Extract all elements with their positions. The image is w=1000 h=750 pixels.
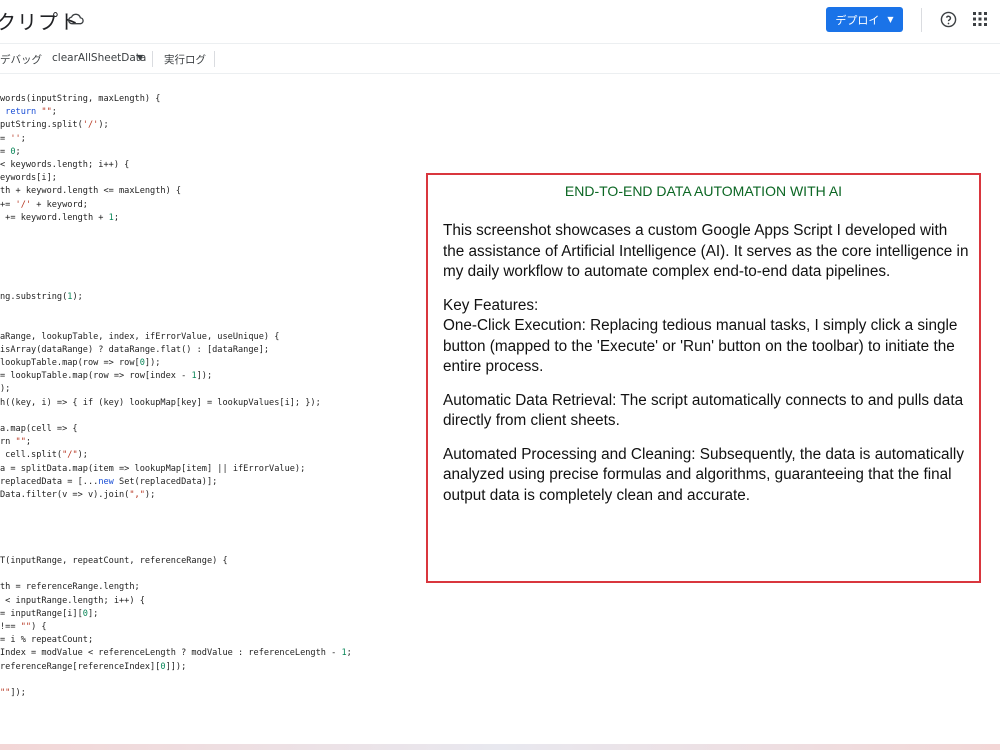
deploy-button[interactable]: デプロイ ▼ — [826, 7, 903, 32]
code-line[interactable]: replacedData = [...new Set(replacedData)… — [0, 477, 217, 488]
annotation-title: END-TO-END DATA AUTOMATION WITH AI — [564, 183, 843, 199]
text-line: Automatic Data Retrieval: The script aut… — [443, 391, 964, 409]
bottom-edge — [0, 744, 1000, 750]
feature-paragraph: Automatic Data Retrieval: The script aut… — [443, 391, 973, 432]
code-line[interactable]: a = splitData.map(item => lookupMap[item… — [0, 464, 305, 475]
code-line[interactable]: return ""; — [0, 107, 57, 118]
code-line[interactable]: words(inputString, maxLength) { — [0, 94, 160, 105]
divider — [214, 51, 215, 67]
text-line: Automated Processing and Cleaning: Subse… — [443, 445, 964, 463]
text-line: entire process. — [443, 358, 544, 375]
intro-paragraph: This screenshot showcases a custom Googl… — [443, 221, 973, 283]
annotation-body: This screenshot showcases a custom Googl… — [443, 221, 973, 519]
text-line: button (mapped to the 'Execute' or 'Run'… — [443, 337, 955, 355]
code-line[interactable]: = 0; — [0, 147, 21, 158]
code-line[interactable]: th = referenceRange.length; — [0, 582, 140, 593]
code-line[interactable]: lookupTable.map(row => row[0]); — [0, 358, 160, 369]
feature-paragraph: Automated Processing and Cleaning: Subse… — [443, 445, 973, 507]
annotation-box: END-TO-END DATA AUTOMATION WITH AI This … — [426, 173, 981, 583]
caret-down-icon: ▼ — [887, 15, 894, 24]
text-line: This screenshot showcases a custom Googl… — [443, 222, 948, 239]
code-line[interactable]: Data.filter(v => v).join(","); — [0, 490, 155, 501]
features-heading-paragraph: Key Features: — [443, 296, 973, 317]
text-line: One-Click Execution: Replacing tedious m… — [443, 317, 958, 334]
deploy-button-label: デプロイ — [835, 13, 880, 27]
code-line[interactable]: T(inputRange, repeatCount, referenceRang… — [0, 556, 228, 567]
divider — [921, 8, 922, 32]
code-line[interactable]: th + keyword.length <= maxLength) { — [0, 186, 181, 197]
features-heading: Key Features: — [443, 296, 539, 314]
top-app-bar: クリプト デプロイ ▼ — [0, 0, 1000, 42]
code-line[interactable]: ""]); — [0, 688, 26, 699]
execution-log-button[interactable]: 実行ログ — [164, 52, 206, 67]
function-select[interactable]: clearAllSheetData — [52, 52, 146, 64]
code-line[interactable]: += keyword.length + 1; — [0, 213, 119, 224]
apps-grid-icon[interactable] — [973, 12, 987, 26]
editor-toolbar: デバッグ clearAllSheetData ▼ 実行ログ — [0, 43, 1000, 74]
code-line[interactable]: isArray(dataRange) ? dataRange.flat() : … — [0, 345, 269, 356]
code-line[interactable]: < keywords.length; i++) { — [0, 160, 129, 171]
text-line: output data is completely clean and accu… — [443, 486, 750, 504]
code-line[interactable]: ); — [0, 384, 10, 395]
code-line[interactable]: a.map(cell => { — [0, 424, 78, 435]
text-line: analyzed using precise formulas and algo… — [443, 466, 952, 483]
text-line: directly from client sheets. — [443, 412, 620, 429]
cloud-icon[interactable] — [68, 12, 84, 26]
divider — [152, 51, 153, 67]
code-line[interactable]: putString.split('/'); — [0, 120, 109, 131]
code-line[interactable]: eywords[i]; — [0, 173, 57, 184]
feature-paragraph: One-Click Execution: Replacing tedious m… — [443, 316, 973, 378]
code-line[interactable]: = i % repeatCount; — [0, 635, 93, 646]
text-line: the assistance of Artificial Intelligenc… — [443, 242, 969, 260]
code-line[interactable]: !== "") { — [0, 622, 47, 633]
code-line[interactable]: Index = modValue < referenceLength ? mod… — [0, 648, 352, 659]
code-line[interactable]: = lookupTable.map(row => row[index - 1])… — [0, 371, 212, 382]
text-line: my daily workflow to automate complex en… — [443, 263, 891, 280]
code-line[interactable]: referenceRange[referenceIndex][0]]); — [0, 662, 186, 673]
code-line[interactable]: < inputRange.length; i++) { — [0, 596, 145, 607]
code-line[interactable]: rn ""; — [0, 437, 31, 448]
caret-down-icon[interactable]: ▼ — [137, 53, 143, 62]
code-line[interactable]: += '/' + keyword; — [0, 200, 88, 211]
debug-button[interactable]: デバッグ — [0, 52, 42, 67]
code-line[interactable]: cell.split("/"); — [0, 450, 88, 461]
help-icon[interactable] — [940, 11, 957, 28]
code-line[interactable]: ng.substring(1); — [0, 292, 83, 303]
code-line[interactable]: = ''; — [0, 134, 26, 145]
code-line[interactable]: h((key, i) => { if (key) lookupMap[key] … — [0, 398, 321, 409]
code-line[interactable]: = inputRange[i][0]; — [0, 609, 98, 620]
code-line[interactable]: aRange, lookupTable, index, ifErrorValue… — [0, 332, 279, 343]
